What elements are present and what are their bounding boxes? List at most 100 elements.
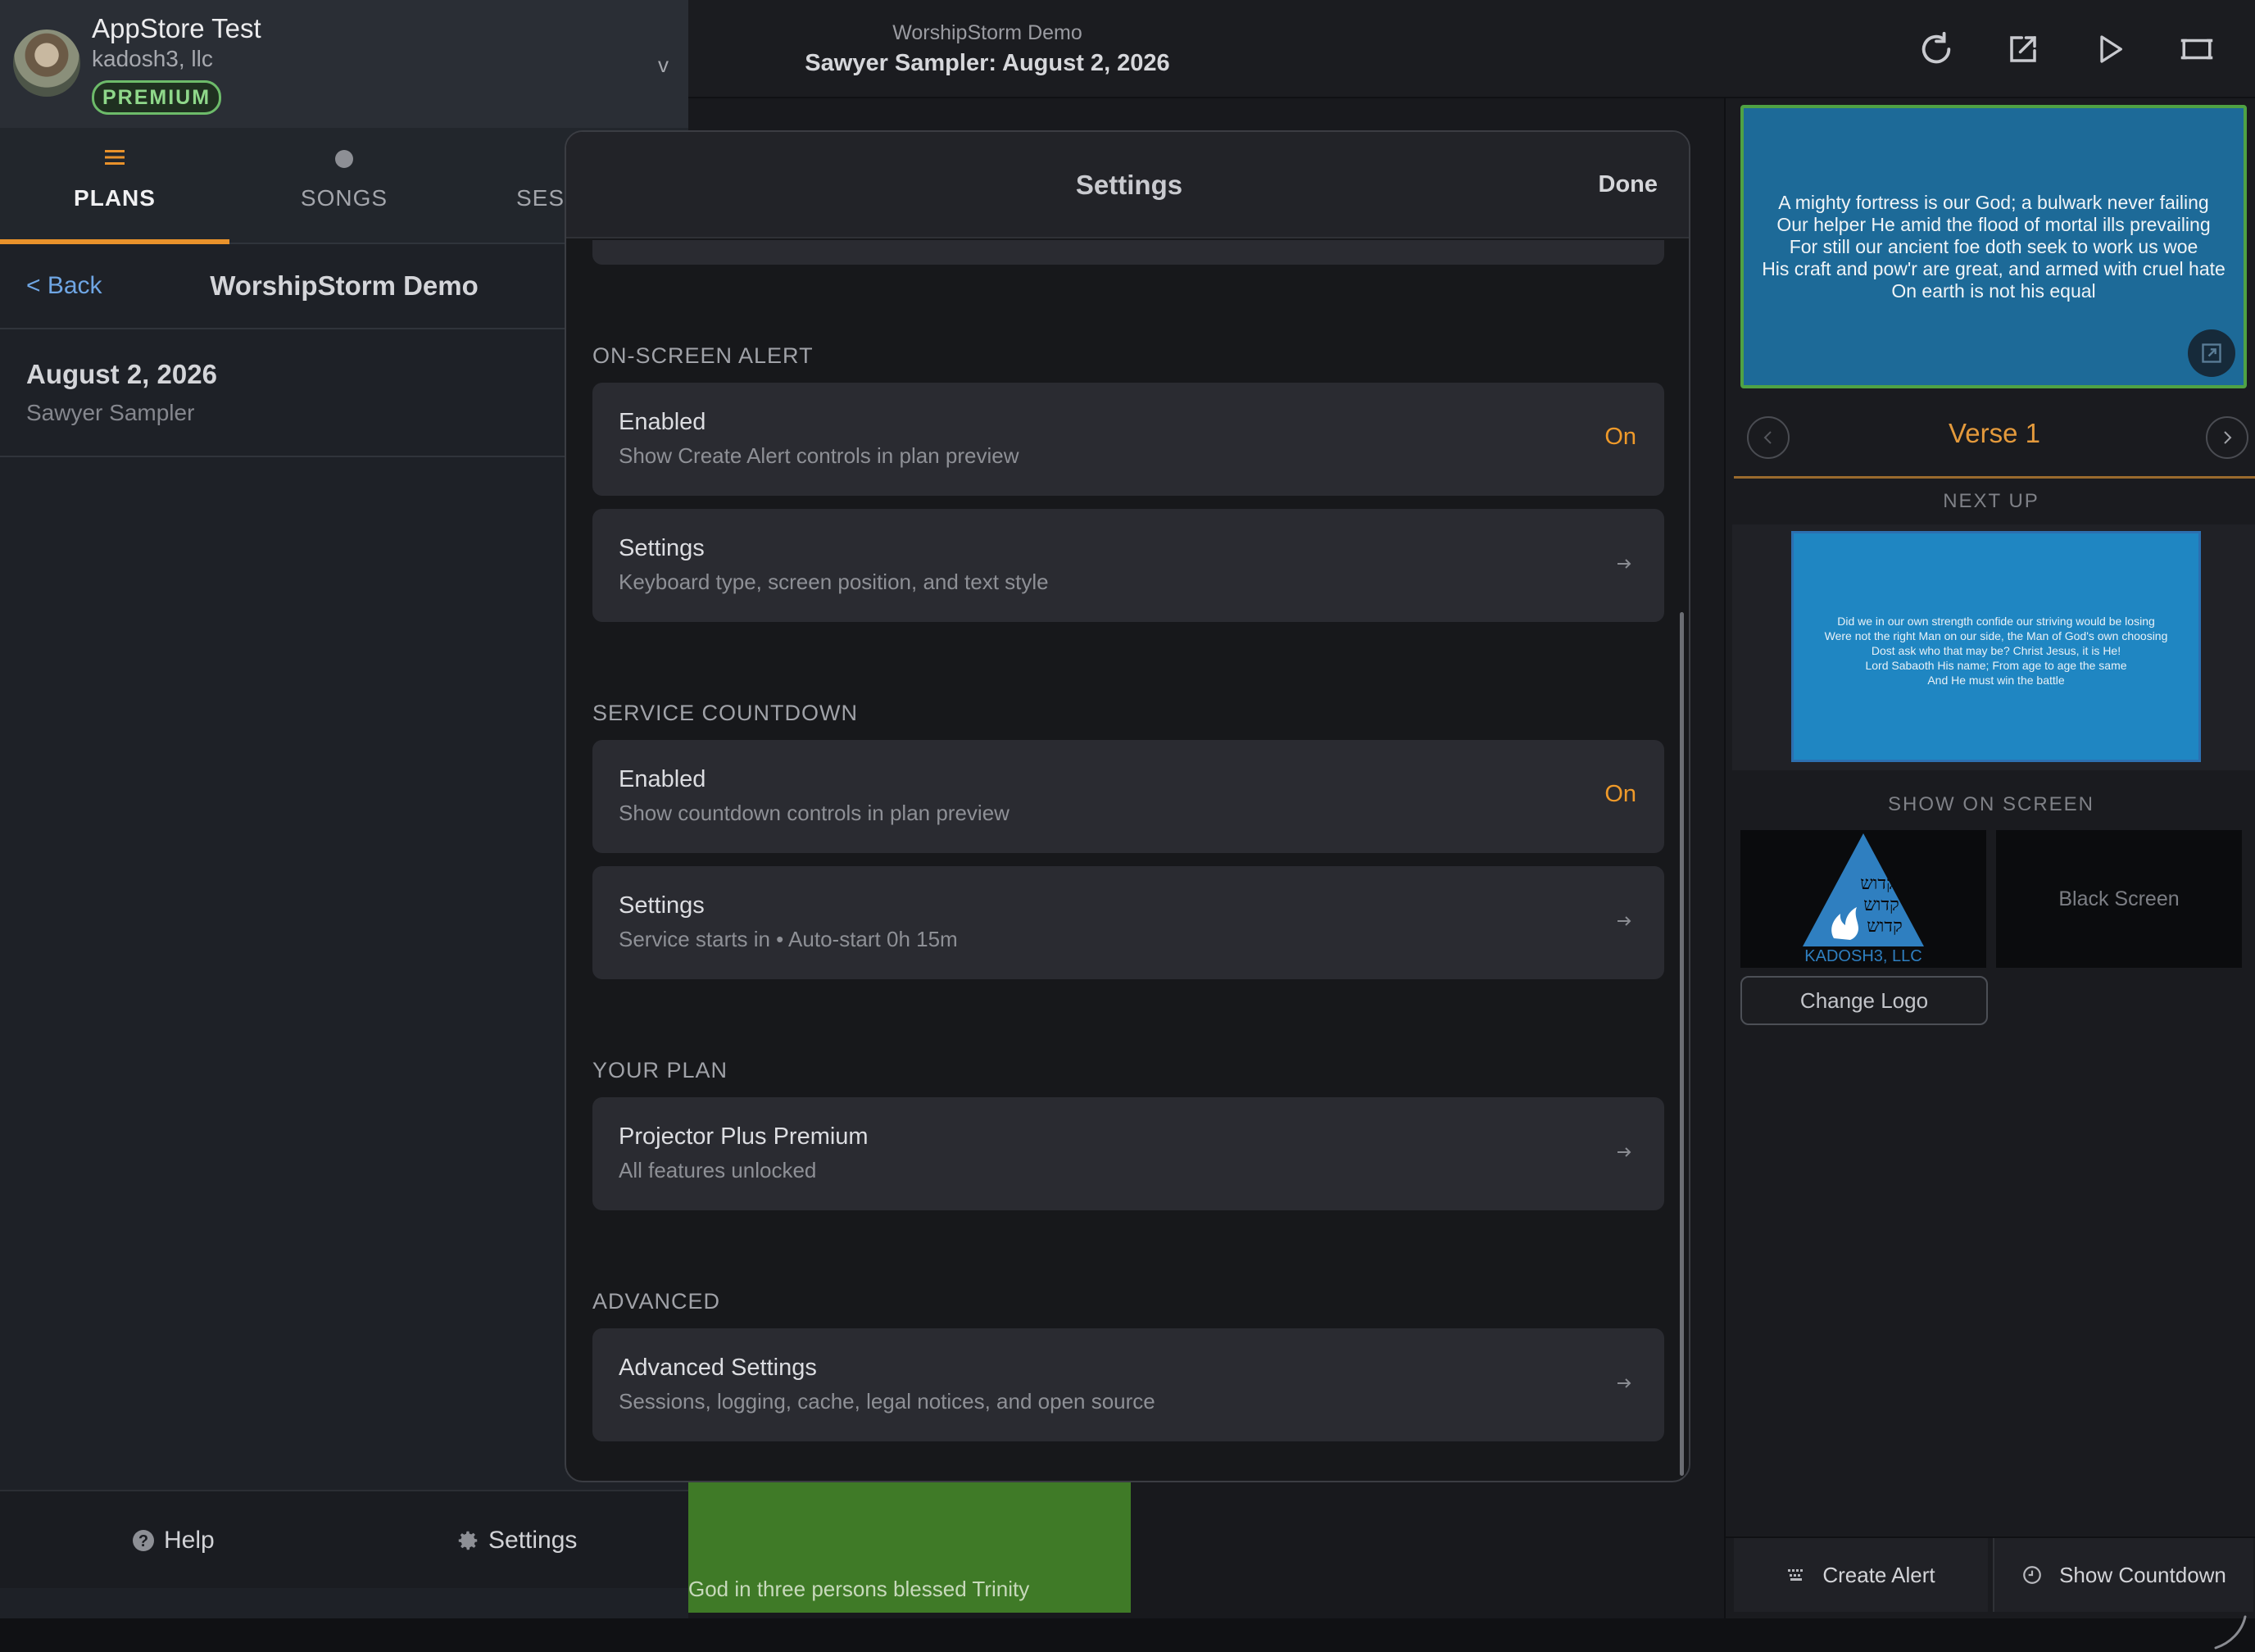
bottom-strip xyxy=(0,1615,2255,1652)
logo-hebrew-line: קדוש xyxy=(1867,916,1903,937)
arrow-right-icon xyxy=(1612,551,1636,576)
export-icon[interactable] xyxy=(1998,18,2049,80)
preview-line: On earth is not his equal xyxy=(1891,280,2096,302)
row-title: Advanced Settings xyxy=(619,1355,817,1381)
change-logo-button[interactable]: Change Logo xyxy=(1740,976,1988,1025)
alert-enabled-row[interactable]: Enabled Show Create Alert controls in pl… xyxy=(592,383,1664,496)
next-up-line: Were not the right Man on our side, the … xyxy=(1824,629,2168,642)
next-slide-button[interactable] xyxy=(2206,416,2248,459)
settings-button[interactable]: Settings xyxy=(456,1491,577,1590)
arrow-right-icon xyxy=(1612,909,1636,933)
row-title: Enabled xyxy=(619,766,706,792)
top-toolbar xyxy=(1911,18,2222,80)
sidebar-nav-title: WorshipStorm Demo xyxy=(210,270,479,301)
show-countdown-label: Show Countdown xyxy=(2059,1562,2226,1587)
done-button[interactable]: Done xyxy=(1599,171,1658,198)
alert-settings-row[interactable]: Settings Keyboard type, screen position,… xyxy=(592,509,1664,622)
slide-card-text: God in three persons blessed Trinity xyxy=(688,1577,1030,1601)
settings-scrollbar[interactable] xyxy=(1680,612,1684,1476)
gear-icon xyxy=(458,1531,478,1550)
row-subtitle: Sessions, logging, cache, legal notices,… xyxy=(619,1389,1155,1414)
logo-hebrew-line: קדוש xyxy=(1860,874,1896,894)
sidebar-footer: ? Help Settings xyxy=(0,1490,688,1588)
row-title: Settings xyxy=(619,892,705,919)
preview-panel: A mighty fortress is our God; a bulwark … xyxy=(1724,98,2255,1618)
account-chevron[interactable]: v xyxy=(658,52,669,78)
next-up-line: Lord Sabaoth His name; From age to age t… xyxy=(1865,659,2127,672)
account-org: kadosh3, llc xyxy=(92,46,213,71)
plan-row[interactable]: Projector Plus Premium All features unlo… xyxy=(592,1097,1664,1210)
create-alert-label: Create Alert xyxy=(1822,1562,1935,1587)
row-title: Enabled xyxy=(619,409,706,435)
row-subtitle: Keyboard type, screen position, and text… xyxy=(619,570,1049,594)
plan-name: Sawyer Sampler xyxy=(26,400,195,425)
advanced-settings-row[interactable]: Advanced Settings Sessions, logging, cac… xyxy=(592,1328,1664,1441)
next-up-container: Did we in our own strength confide our s… xyxy=(1732,524,2255,770)
back-button[interactable]: < Back xyxy=(26,272,102,300)
plan-date: August 2, 2026 xyxy=(26,359,217,389)
kadosh-logo: קדוש קדוש קדוש KADOSH3, LLC xyxy=(1803,833,1924,965)
resize-handle-icon[interactable] xyxy=(2211,1613,2248,1651)
refresh-icon[interactable] xyxy=(1911,18,1962,80)
arrow-right-icon xyxy=(1612,1140,1636,1164)
expand-icon[interactable] xyxy=(2188,329,2235,377)
logo-text: KADOSH3, LLC xyxy=(1804,947,1922,965)
section-label-advanced: ADVANCED xyxy=(592,1289,721,1314)
next-up-line: Dost ask who that may be? Christ Jesus, … xyxy=(1871,644,2121,657)
clock-icon xyxy=(2023,1566,2041,1584)
black-screen-label: Black Screen xyxy=(2058,887,2180,910)
black-screen-tile[interactable]: Black Screen xyxy=(1996,830,2242,968)
countdown-settings-row[interactable]: Settings Service starts in • Auto-start … xyxy=(592,866,1664,979)
help-label: Help xyxy=(164,1527,215,1554)
row-subtitle: Show Create Alert controls in plan previ… xyxy=(619,443,1019,468)
settings-modal-title: Settings xyxy=(1075,170,1183,200)
alert-enabled-value[interactable]: On xyxy=(1604,424,1636,451)
tab-plans[interactable]: PLANS xyxy=(0,128,229,244)
create-alert-button[interactable]: Create Alert xyxy=(1734,1538,1988,1612)
logo-hebrew-line: קדוש xyxy=(1863,895,1899,915)
settings-row-partial[interactable] xyxy=(592,240,1664,265)
keyboard-icon xyxy=(1788,1569,1804,1581)
plan-header: WorshipStorm Demo Sawyer Sampler: August… xyxy=(688,21,1286,77)
settings-modal: Settings Done ON-SCREEN ALERT Enabled Sh… xyxy=(565,130,1690,1482)
next-up-line: And He must win the battle xyxy=(1927,674,2065,687)
menu-icon xyxy=(105,150,125,165)
avatar xyxy=(13,30,80,97)
preview-line: A mighty fortress is our God; a bulwark … xyxy=(1778,192,2209,213)
help-button[interactable]: ? Help xyxy=(131,1491,215,1590)
preview-line: Our helper He amid the flood of mortal i… xyxy=(1776,214,2211,235)
slide-card[interactable]: God in three persons blessed Trinity xyxy=(688,1482,1131,1613)
verse-navigator: Verse 1 xyxy=(1734,397,2255,479)
account-name: AppStore Test xyxy=(92,13,261,43)
account-header[interactable]: AppStore Test kadosh3, llc PREMIUM v xyxy=(0,0,688,128)
premium-badge: PREMIUM xyxy=(92,80,222,115)
settings-label: Settings xyxy=(488,1527,578,1554)
preview-line: His craft and pow'r are great, and armed… xyxy=(1762,258,2226,279)
countdown-enabled-value[interactable]: On xyxy=(1604,781,1636,808)
show-on-screen-label: SHOW ON SCREEN xyxy=(1887,793,2094,815)
dot-icon xyxy=(335,150,353,168)
projector-icon[interactable] xyxy=(2171,18,2222,80)
preview-footer: Create Alert Show Countdown xyxy=(1726,1536,2255,1618)
show-countdown-button[interactable]: Show Countdown xyxy=(1993,1538,2253,1612)
plan-header-subtitle: WorshipStorm Demo xyxy=(892,21,1082,44)
next-up-label: NEXT UP xyxy=(1943,490,2039,512)
arrow-right-icon xyxy=(1612,1371,1636,1396)
play-icon[interactable] xyxy=(2085,18,2135,80)
help-icon: ? xyxy=(133,1530,154,1551)
preview-line: For still our ancient foe doth seek to w… xyxy=(1789,236,2198,257)
next-up-slide[interactable]: Did we in our own strength confide our s… xyxy=(1791,531,2201,762)
chevron-right-icon xyxy=(2224,431,2232,444)
svg-text:?: ? xyxy=(138,1532,148,1550)
section-label-countdown: SERVICE COUNTDOWN xyxy=(592,701,859,725)
section-label-alert: ON-SCREEN ALERT xyxy=(592,343,814,368)
row-title: Projector Plus Premium xyxy=(619,1123,869,1150)
tab-songs-label: SONGS xyxy=(300,185,388,211)
logo-screen-tile[interactable]: קדוש קדוש קדוש KADOSH3, LLC xyxy=(1740,830,1986,968)
tab-songs[interactable]: SONGS xyxy=(229,128,459,244)
live-preview[interactable]: A mighty fortress is our God; a bulwark … xyxy=(1740,105,2247,388)
row-subtitle: Service starts in • Auto-start 0h 15m xyxy=(619,927,958,951)
countdown-enabled-row[interactable]: Enabled Show countdown controls in plan … xyxy=(592,740,1664,853)
settings-modal-header: Settings Done xyxy=(566,132,1689,238)
plan-header-title: Sawyer Sampler: August 2, 2026 xyxy=(805,50,1170,76)
